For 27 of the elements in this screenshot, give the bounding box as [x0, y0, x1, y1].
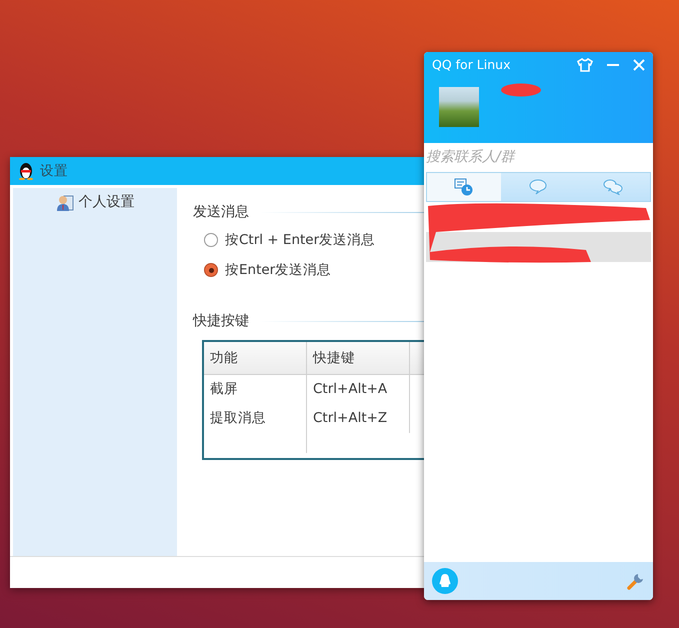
tab[interactable]	[576, 173, 650, 201]
window-title: QQ for Linux	[432, 56, 512, 74]
tab[interactable]	[427, 173, 502, 201]
close-icon[interactable]	[633, 59, 645, 72]
speech-bubbles-icon	[602, 179, 623, 195]
penguin-logo-icon[interactable]	[432, 568, 458, 594]
speech-bubble-icon	[529, 179, 548, 195]
table-cell: 截屏	[204, 375, 307, 404]
radio-option[interactable]: 按Ctrl + Enter发送消息	[204, 225, 376, 255]
penguin-icon	[18, 162, 34, 180]
redaction-scribble	[501, 82, 541, 97]
table-cell: Ctrl+Alt+A	[307, 375, 410, 404]
person-icon	[56, 194, 74, 212]
section-title: 快捷按键	[193, 312, 249, 331]
recent-chats-icon	[454, 178, 474, 196]
column-header: 功能	[204, 342, 307, 374]
sidebar-label: 个人设置	[78, 193, 134, 212]
shirt-icon[interactable]	[577, 58, 593, 72]
tab[interactable]	[501, 173, 576, 201]
window-title: 设置	[40, 162, 68, 181]
radio-option[interactable]: 按Enter发送消息	[204, 255, 332, 285]
table-cell: 提取消息	[204, 404, 307, 433]
photo-placeholder[interactable]	[439, 86, 479, 127]
column-header: 快捷键	[307, 342, 410, 374]
section-title: 发送消息	[193, 203, 249, 222]
table-cell: Ctrl+Alt+Z	[307, 404, 410, 433]
wrench-icon[interactable]	[627, 572, 645, 590]
